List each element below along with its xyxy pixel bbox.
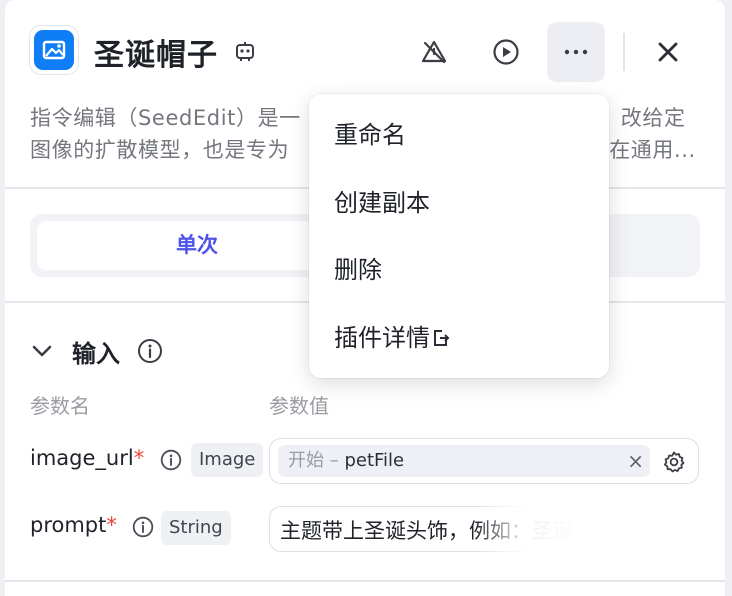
param-value-header: 参数值 <box>269 394 329 418</box>
info-icon[interactable] <box>160 449 182 471</box>
play-icon <box>493 39 519 65</box>
bot-icon[interactable] <box>234 40 256 66</box>
gear-icon[interactable] <box>662 450 686 474</box>
header-divider <box>623 33 625 71</box>
param-type-tag: String <box>161 511 231 545</box>
panel-header: 圣诞帽子 <box>5 0 725 100</box>
close-icon <box>658 42 678 62</box>
run-button[interactable] <box>477 22 535 82</box>
param-type-tag: Image <box>191 443 264 477</box>
warning-off-button[interactable] <box>405 22 463 82</box>
param-name: image_url* <box>30 446 145 470</box>
image-app-icon <box>30 26 78 74</box>
section-divider <box>5 580 725 582</box>
param-name: prompt* <box>30 513 117 537</box>
external-link-icon <box>434 330 450 346</box>
overflow-fade <box>475 505 725 596</box>
variable-reference-chip[interactable]: 开始 – petFile × <box>278 445 650 477</box>
menu-item-rename[interactable]: 重命名 <box>309 107 609 163</box>
menu-item-plugin-details[interactable]: 插件详情 <box>309 310 609 366</box>
more-menu: 重命名 创建副本 删除 插件详情 <box>309 94 609 378</box>
required-mark: * <box>133 446 145 470</box>
info-icon[interactable] <box>137 338 163 364</box>
warning-off-icon <box>421 40 447 64</box>
required-mark: * <box>106 513 117 537</box>
param-name-header: 参数名 <box>30 394 90 418</box>
image-url-field[interactable]: 开始 – petFile × <box>269 438 699 484</box>
more-icon <box>564 49 588 55</box>
input-section-title: 输入 <box>72 340 120 368</box>
plugin-title: 圣诞帽子 <box>94 38 218 73</box>
info-icon[interactable] <box>132 516 154 538</box>
chevron-down-icon[interactable] <box>31 342 53 360</box>
clear-icon[interactable]: × <box>627 445 644 477</box>
menu-item-duplicate[interactable]: 创建副本 <box>309 175 609 231</box>
menu-item-delete[interactable]: 删除 <box>309 242 609 298</box>
close-button[interactable] <box>639 22 697 82</box>
more-button[interactable] <box>547 22 605 82</box>
